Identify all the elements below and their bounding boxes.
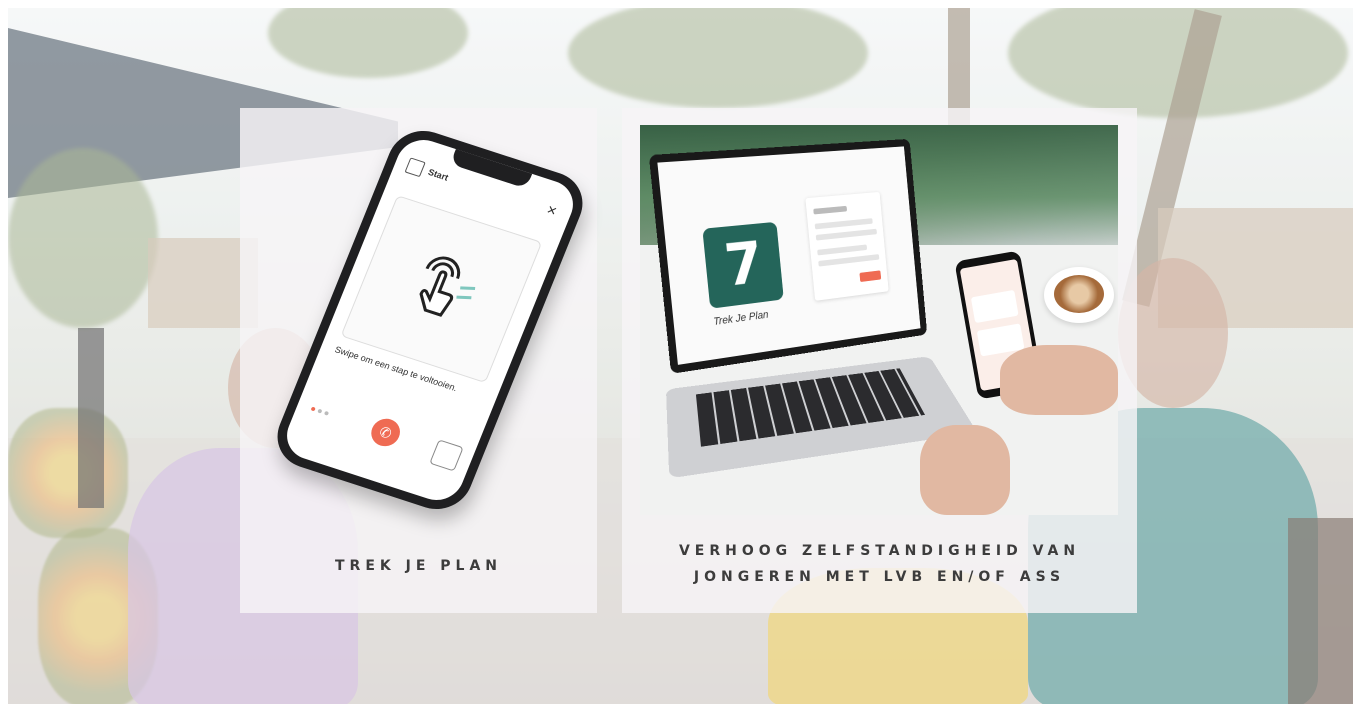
app-logo: 7 xyxy=(702,221,784,309)
phone-icon[interactable]: ✆ xyxy=(367,415,405,450)
left-caption: TREK JE PLAN xyxy=(335,558,502,574)
swipe-hand-icon xyxy=(419,256,476,317)
close-icon[interactable]: ✕ xyxy=(544,203,559,219)
login-form xyxy=(805,191,889,301)
hand xyxy=(920,425,1010,515)
login-button xyxy=(859,270,882,283)
coffee-cup xyxy=(1044,267,1114,323)
app-name: Trek Je Plan xyxy=(712,309,769,328)
app-logo-icon xyxy=(404,157,426,178)
pager-dots xyxy=(310,406,330,416)
right-caption-line1: VERHOOG ZELFSTANDIGHEID VAN xyxy=(678,543,1081,559)
phone-header-label: Start xyxy=(426,166,450,183)
thumbnail-icon[interactable] xyxy=(429,439,464,472)
phone-header: Start xyxy=(404,157,452,185)
laptop-photo: 7 Trek Je Plan xyxy=(640,125,1118,515)
laptop-screen: 7 Trek Je Plan xyxy=(648,138,928,374)
hand xyxy=(1000,345,1118,415)
right-caption-line2: JONGEREN MET LVB EN/OF ASS xyxy=(693,569,1066,585)
right-caption: VERHOOG ZELFSTANDIGHEID VAN JONGEREN MET… xyxy=(622,538,1137,590)
